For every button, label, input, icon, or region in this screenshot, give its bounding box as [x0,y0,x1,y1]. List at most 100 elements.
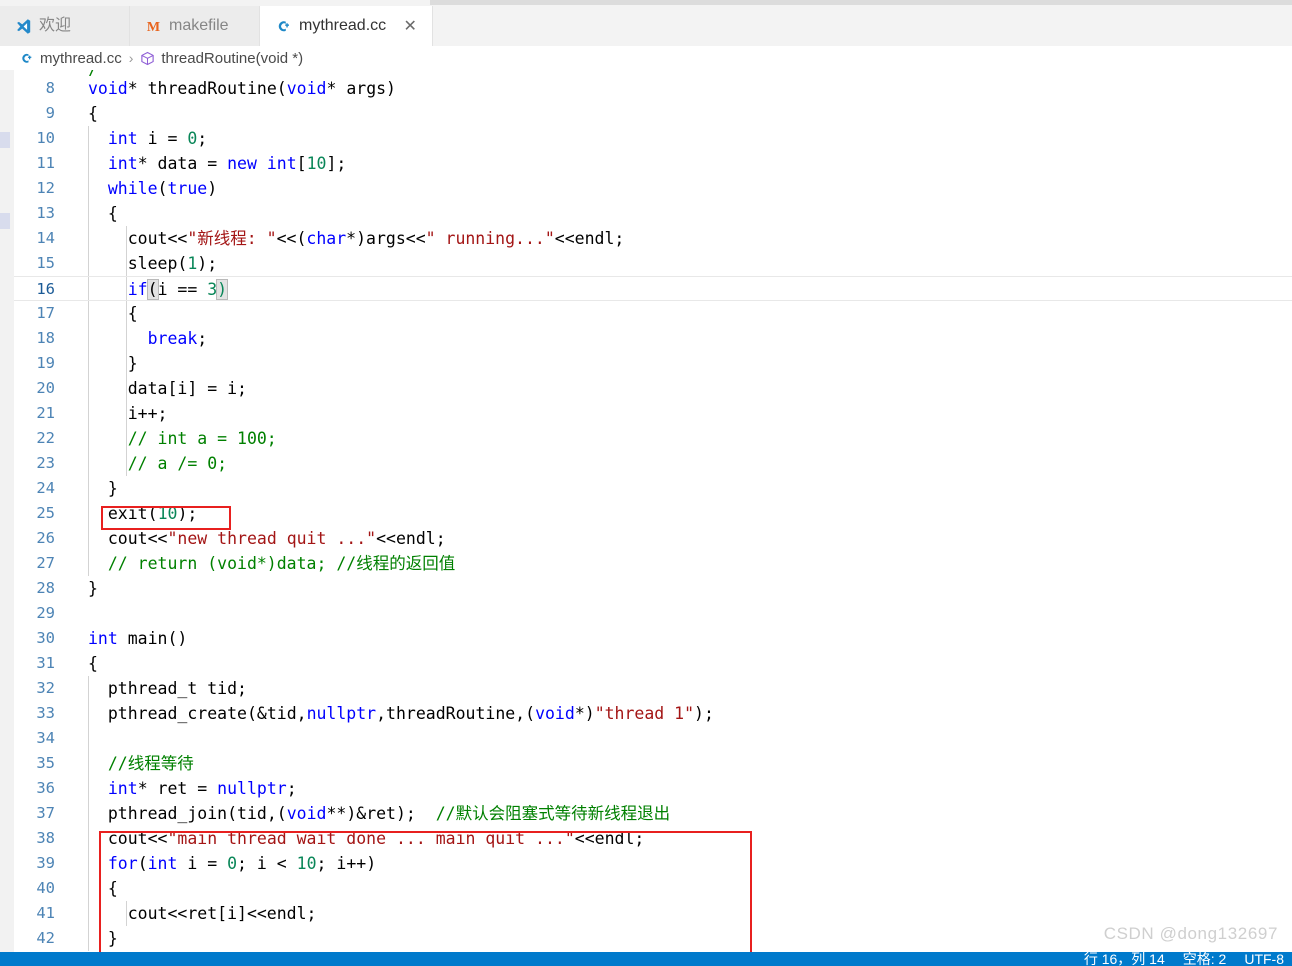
code-line-text [88,726,98,751]
tab-label: 欢迎 [39,17,72,34]
line-number: 10 [36,129,55,147]
line-number: 35 [36,754,55,772]
line-number: 9 [45,104,55,122]
code-line[interactable]: 11 int* data = new int[10]; [14,151,1292,176]
code-line[interactable]: 31 { [14,651,1292,676]
line-number: 24 [36,479,55,497]
code-line[interactable]: 17 { [14,301,1292,326]
breadcrumb: mythread.cc › threadRoutine(void *) [0,46,1292,70]
code-line-text: { [88,204,118,223]
line-number: 38 [36,829,55,847]
code-line[interactable]: 25 exit(10); [14,501,1292,526]
code-line[interactable]: 22 // int a = 100; [14,426,1292,451]
code-line[interactable]: 42 } [14,926,1292,951]
code-line[interactable]: 12 while(true) [14,176,1292,201]
tab-mythread-cc[interactable]: mythread.cc ✕ [260,6,434,46]
breadcrumb-item-symbol[interactable]: threadRoutine(void *) [140,50,303,67]
line-number: 8 [45,79,55,97]
code-line[interactable]: 34 [14,726,1292,751]
code-line-active[interactable]: 16 if(i == 3) [14,276,1292,301]
editor-decorations-strip[interactable] [0,70,14,966]
code-line[interactable]: 40 { [14,876,1292,901]
code-line[interactable]: 15 sleep(1); [14,251,1292,276]
status-encoding[interactable]: UTF-8 [1244,952,1284,966]
status-bar: 行 16，列 14 空格: 2 UTF-8 [0,952,1292,966]
code-line[interactable]: 41 cout<<ret[i]<<endl; [14,901,1292,926]
line-number: 36 [36,779,55,797]
status-indentation[interactable]: 空格: 2 [1183,952,1227,966]
code-line[interactable]: 38 cout<<"main thread wait done ... main… [14,826,1292,851]
vscode-window: 欢迎 M makefile mythread.cc ✕ mythread.cc … [0,0,1292,966]
code-line[interactable]: 19 } [14,351,1292,376]
code-line-text: } [88,929,118,948]
code-line[interactable]: 24 } [14,476,1292,501]
code-line-text: // int a = 100; [88,429,277,448]
symbol-cube-icon [140,51,155,66]
code-line-text: data[i] = i; [88,379,247,398]
breadcrumb-item-file[interactable]: mythread.cc [19,50,122,67]
makefile-m-icon: M [145,18,162,35]
code-line-text: exit(10); [107,504,198,523]
line-number: 12 [36,179,55,197]
line-number: 39 [36,854,55,872]
code-line-text: int i = 0; [107,129,208,148]
code-line[interactable]: 13 { [14,201,1292,226]
cpp-file-icon [19,51,34,66]
code-lines-container[interactable]: / 8 void* threadRoutine(void* args) 9 { … [14,70,1292,966]
code-line[interactable]: 35 //线程等待 [14,751,1292,776]
code-line-text: cout<<ret[i]<<endl; [88,904,317,923]
code-line[interactable]: 27 // return (void*)data; //线程的返回值 [14,551,1292,576]
code-line[interactable]: 18 break; [14,326,1292,351]
tab-welcome[interactable]: 欢迎 [0,6,130,46]
code-line-text: break; [147,329,208,348]
code-line-text: { [88,304,138,323]
code-line[interactable]: 33 pthread_create(&tid,nullptr,threadRou… [14,701,1292,726]
line-number: 11 [36,154,55,172]
breadcrumb-label: threadRoutine(void *) [161,49,304,67]
line-number: 16 [36,280,55,298]
code-line[interactable]: 21 i++; [14,401,1292,426]
code-line-text: { [88,104,98,123]
code-line[interactable]: 9 { [14,101,1292,126]
line-number: 22 [36,429,55,447]
line-number: 37 [36,804,55,822]
line-number: 14 [36,229,55,247]
line-number: 28 [36,579,55,597]
code-line-text: cout<<"新线程: "<<(char*)args<<" running...… [88,229,625,248]
code-line[interactable]: 29 [14,601,1292,626]
line-number: 31 [36,654,55,672]
tab-makefile[interactable]: M makefile [130,6,260,46]
code-line[interactable]: 14 cout<<"新线程: "<<(char*)args<<" running… [14,226,1292,251]
line-number: 21 [36,404,55,422]
code-line[interactable]: 23 // a /= 0; [14,451,1292,476]
code-line-text: // a /= 0; [88,454,228,473]
code-line-text: if(i == 3) [127,279,229,300]
code-line[interactable]: 32 pthread_t tid; [14,676,1292,701]
code-line-text: sleep(1); [88,254,218,273]
code-line[interactable]: 39 for(int i = 0; i < 10; i++) [14,851,1292,876]
code-line[interactable]: 8 void* threadRoutine(void* args) [14,76,1292,101]
code-line-text: while(true) [107,179,218,198]
code-editor[interactable]: / 8 void* threadRoutine(void* args) 9 { … [0,70,1292,966]
code-line[interactable]: 36 int* ret = nullptr; [14,776,1292,801]
title-bar-segment [430,0,1292,5]
line-number: 19 [36,354,55,372]
code-line-text: i++; [88,404,168,423]
code-line[interactable]: 20 data[i] = i; [14,376,1292,401]
status-line-column[interactable]: 行 16，列 14 [1084,952,1165,966]
code-line[interactable]: 30 int main() [14,626,1292,651]
close-icon[interactable]: ✕ [402,18,418,35]
code-line[interactable]: 28 } [14,576,1292,601]
decoration-mark [0,132,10,148]
line-number: 15 [36,254,55,272]
code-line[interactable]: 26 cout<<"new thread quit ..."<<endl; [14,526,1292,551]
code-line-text: { [88,879,118,898]
decoration-mark [0,213,10,229]
code-line[interactable]: 37 pthread_join(tid,(void**)&ret); //默认会… [14,801,1292,826]
line-number: 33 [36,704,55,722]
code-line[interactable]: 10 int i = 0; [14,126,1292,151]
code-line-text [88,601,98,626]
line-number: 40 [36,879,55,897]
line-number: 17 [36,304,55,322]
code-line-text: int main() [88,629,188,648]
